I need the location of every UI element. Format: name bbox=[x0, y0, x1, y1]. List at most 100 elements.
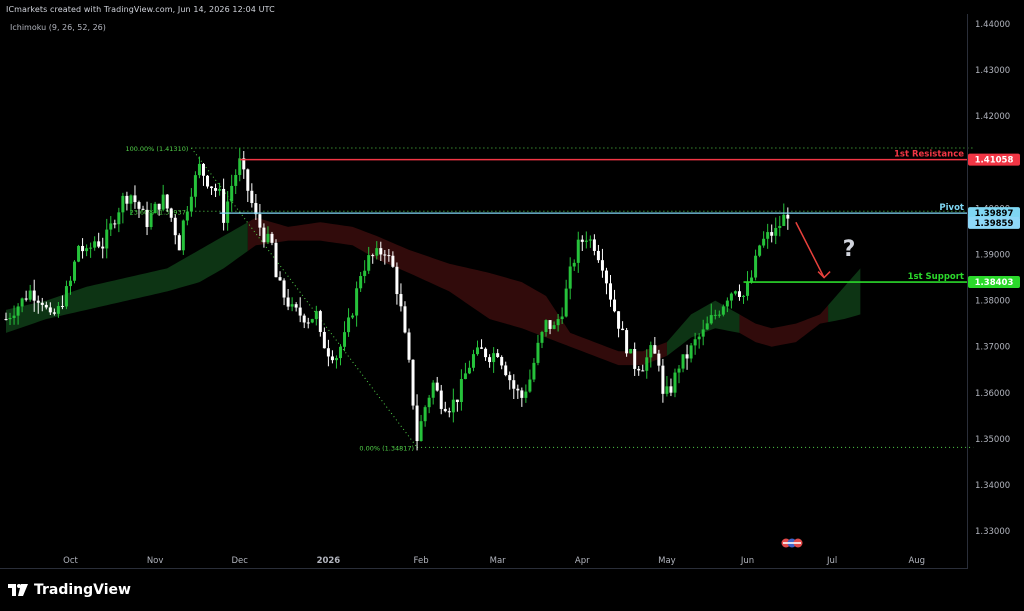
candle-body bbox=[536, 342, 540, 363]
candle-body bbox=[778, 225, 782, 228]
candle-body bbox=[28, 290, 32, 300]
candle-body bbox=[250, 190, 254, 204]
candle-body bbox=[32, 290, 36, 301]
candle-body bbox=[234, 174, 238, 186]
candle-body bbox=[77, 245, 81, 262]
candle-body bbox=[576, 239, 580, 263]
candle-body bbox=[64, 286, 68, 307]
candle-body bbox=[322, 331, 326, 349]
ichimoku-cloud-bear bbox=[739, 305, 829, 347]
candle-body bbox=[12, 315, 16, 318]
candle-body bbox=[206, 175, 209, 187]
candle-body bbox=[399, 294, 403, 307]
candle-body bbox=[290, 304, 294, 307]
candle-body bbox=[629, 349, 633, 354]
price-axis-tick: 1.42000 bbox=[975, 112, 1010, 122]
candle-body bbox=[621, 328, 625, 331]
candle-body bbox=[774, 227, 778, 236]
time-axis-tick: Oct bbox=[63, 556, 78, 566]
candle-body bbox=[274, 242, 278, 278]
candle-body bbox=[762, 238, 766, 246]
price-axis-tick: 1.44000 bbox=[975, 20, 1010, 30]
candle-body bbox=[282, 280, 286, 298]
candle-body bbox=[613, 299, 617, 312]
fib-level-label-high: 100.00% (1.41310) bbox=[125, 145, 188, 153]
candle-body bbox=[302, 315, 306, 323]
candle-body bbox=[375, 248, 379, 256]
time-axis-tick: Dec bbox=[232, 556, 249, 566]
candle-body bbox=[189, 196, 193, 212]
candle-body bbox=[484, 348, 488, 358]
candle-body bbox=[395, 266, 399, 295]
candle-body bbox=[709, 315, 713, 324]
candle-body bbox=[673, 372, 677, 393]
candle-body bbox=[746, 282, 750, 296]
candle-body bbox=[592, 239, 596, 251]
time-axis-tick: Apr bbox=[575, 556, 590, 566]
candle-body bbox=[423, 407, 427, 422]
time-axis-tick: Nov bbox=[147, 556, 164, 566]
candle-body bbox=[222, 188, 226, 223]
candle-body bbox=[407, 332, 411, 360]
candle-body bbox=[649, 345, 653, 358]
candle-body bbox=[367, 255, 371, 271]
ichimoku-cloud-bear bbox=[247, 217, 667, 366]
candle-body bbox=[556, 319, 560, 326]
candle-body bbox=[689, 345, 693, 359]
candle-body bbox=[383, 254, 387, 256]
candle-body bbox=[355, 288, 359, 316]
candle-body bbox=[661, 365, 665, 394]
candle-body bbox=[24, 298, 28, 300]
price-chart[interactable]: 1.440001.430001.420001.410001.400001.390… bbox=[0, 0, 1024, 611]
candle-body bbox=[121, 195, 125, 213]
candle-body bbox=[496, 353, 500, 357]
tradingview-logo[interactable]: TradingView bbox=[8, 582, 131, 598]
candle-body bbox=[97, 241, 101, 247]
fib-trend-line bbox=[190, 147, 418, 448]
footer-bar bbox=[0, 571, 1024, 611]
candle-body bbox=[653, 345, 657, 354]
candle-body bbox=[73, 261, 77, 281]
candle-body bbox=[4, 319, 8, 321]
candle-body bbox=[326, 348, 330, 357]
candle-body bbox=[338, 346, 342, 359]
candle-body bbox=[318, 311, 322, 332]
candle-body bbox=[310, 319, 314, 323]
indicator-legend[interactable]: Ichimoku (9, 26, 52, 26) bbox=[10, 23, 106, 32]
candle-body bbox=[218, 188, 222, 191]
candle-body bbox=[520, 390, 524, 398]
candle-body bbox=[677, 368, 681, 373]
candle-body bbox=[363, 270, 367, 277]
candle-body bbox=[516, 388, 520, 391]
candle-body bbox=[48, 307, 52, 313]
candle-body bbox=[480, 347, 484, 349]
candle-body bbox=[770, 232, 774, 236]
price-tag-label-resistance: 1.41058 bbox=[975, 156, 1014, 166]
candle-body bbox=[298, 307, 302, 316]
candle-body bbox=[504, 365, 508, 376]
candle-body bbox=[391, 255, 395, 267]
candle-body bbox=[427, 397, 431, 408]
candle-body bbox=[754, 255, 758, 278]
candle-body bbox=[40, 302, 44, 305]
candle-body bbox=[645, 357, 649, 371]
candle-body bbox=[633, 349, 637, 369]
price-axis-tick: 1.43000 bbox=[975, 66, 1010, 76]
time-axis-tick: Feb bbox=[414, 556, 429, 566]
candle-body bbox=[532, 362, 536, 380]
candle-body bbox=[270, 233, 274, 243]
candle-body bbox=[185, 211, 189, 221]
candle-body bbox=[693, 339, 697, 346]
candle-body bbox=[210, 186, 214, 189]
flag-toggle-icon[interactable] bbox=[781, 538, 803, 548]
candle-body bbox=[524, 391, 528, 398]
current-price-tag-label: 1.39859 bbox=[975, 219, 1014, 229]
candle-body bbox=[665, 386, 669, 394]
candle-body bbox=[330, 356, 334, 361]
time-axis-tick: Jul bbox=[826, 556, 837, 566]
candle-body bbox=[306, 322, 310, 324]
candle-body bbox=[463, 373, 467, 380]
candle-body bbox=[588, 239, 592, 241]
candle-body bbox=[52, 312, 56, 314]
candle-body bbox=[721, 306, 725, 315]
